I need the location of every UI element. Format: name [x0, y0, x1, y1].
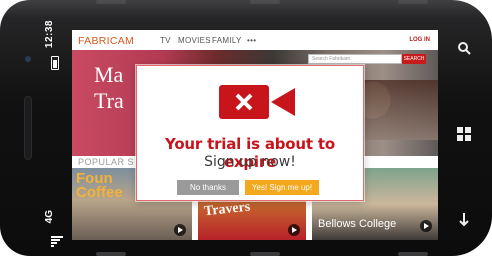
status-time: 12:38 — [44, 20, 55, 49]
front-camera-icon — [25, 56, 31, 62]
earpiece-speaker — [24, 96, 32, 160]
nav-family[interactable]: FAMILY — [212, 36, 242, 45]
top-button-left — [96, 0, 126, 4]
nav-movies[interactable]: MOVIES — [178, 36, 211, 45]
play-icon[interactable] — [420, 220, 432, 232]
phone-frame: 12:38 4G FABRICAM TV MOVIES FAMILY ••• L… — [0, 0, 492, 256]
thumbnail-title: Bellows College — [318, 218, 397, 230]
section-label-popular: POPULAR S — [78, 157, 135, 167]
hardware-back-icon[interactable] — [452, 208, 476, 232]
dialog-subtitle: Sign up now! — [204, 154, 296, 170]
play-icon[interactable] — [174, 224, 186, 236]
thumbnail-title: Travers — [203, 199, 251, 220]
bottom-button-left — [96, 252, 126, 256]
top-button-right — [398, 0, 428, 4]
network-type: 4G — [44, 210, 55, 224]
battery-icon — [51, 56, 59, 70]
hardware-search-icon[interactable] — [452, 36, 476, 60]
thumbnail-title: Foun Coffee — [76, 170, 123, 201]
nav-more-icon[interactable]: ••• — [247, 36, 256, 45]
signal-strength-icon — [51, 236, 63, 248]
hardware-windows-icon[interactable] — [452, 122, 476, 146]
hero-text-line2: Tra — [94, 88, 124, 113]
site-header: FABRICAM TV MOVIES FAMILY ••• LOG IN — [72, 30, 438, 50]
login-link[interactable]: LOG IN — [409, 37, 430, 43]
top-button-mid — [250, 0, 280, 4]
video-camera-icon — [219, 85, 295, 119]
search-input[interactable]: Search Fabrikam — [308, 54, 402, 64]
hero-text-line1: Ma — [94, 62, 124, 87]
bottom-button-right — [398, 252, 428, 256]
status-bar: 12:38 4G — [44, 0, 68, 256]
phone-screen: FABRICAM TV MOVIES FAMILY ••• LOG IN Ma … — [72, 30, 438, 240]
site-logo[interactable]: FABRICAM — [78, 35, 134, 47]
search-button[interactable]: SEARCH — [402, 54, 426, 64]
nav-tv[interactable]: TV — [160, 36, 171, 45]
sign-up-button[interactable]: Yes! Sign me up! — [245, 180, 319, 195]
bottom-button-mid — [250, 252, 280, 256]
play-icon[interactable] — [288, 224, 300, 236]
trial-expiry-dialog: Your trial is about to expire Sign up no… — [136, 65, 364, 201]
no-thanks-button[interactable]: No thanks — [177, 180, 239, 195]
